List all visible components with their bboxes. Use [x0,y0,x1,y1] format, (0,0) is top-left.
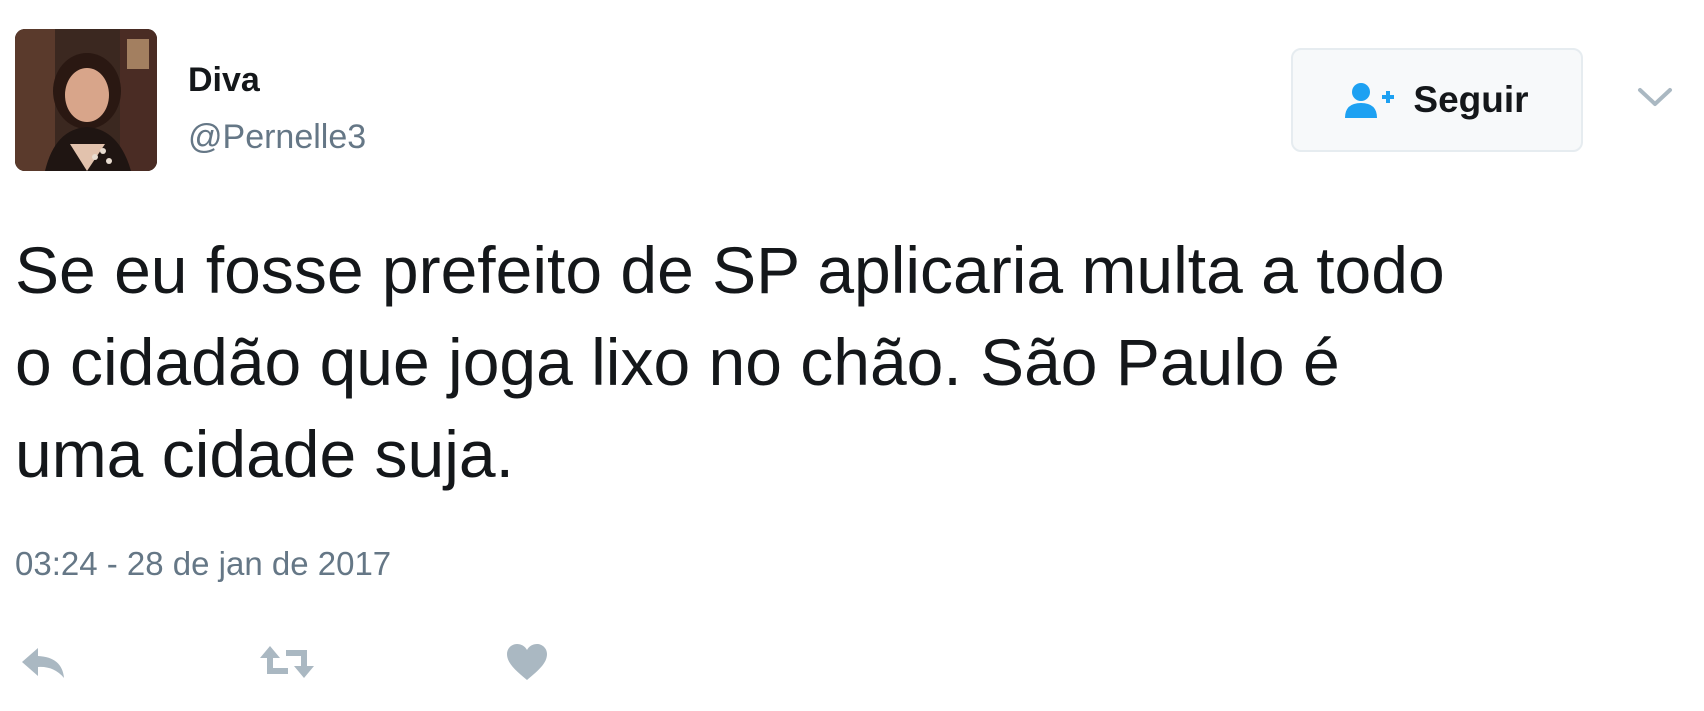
tweet-text: Se eu fosse prefeito de SP aplicaria mul… [15,233,1445,491]
avatar-image [15,29,157,171]
tweet-card: Diva @Pernelle3 Seguir Se eu fosse prefe… [0,0,1704,711]
avatar[interactable] [15,29,157,171]
user-handle[interactable]: @Pernelle3 [188,117,366,157]
chevron-down-icon[interactable] [1637,86,1673,108]
display-name[interactable]: Diva [188,60,260,100]
follow-user-icon [1345,82,1399,118]
tweet-timestamp[interactable]: 03:24 - 28 de jan de 2017 [15,544,391,584]
reply-icon[interactable] [20,642,68,682]
heart-icon[interactable] [505,642,549,682]
follow-button[interactable]: Seguir [1291,48,1583,152]
retweet-icon[interactable] [258,642,316,682]
follow-button-label: Seguir [1413,79,1529,120]
